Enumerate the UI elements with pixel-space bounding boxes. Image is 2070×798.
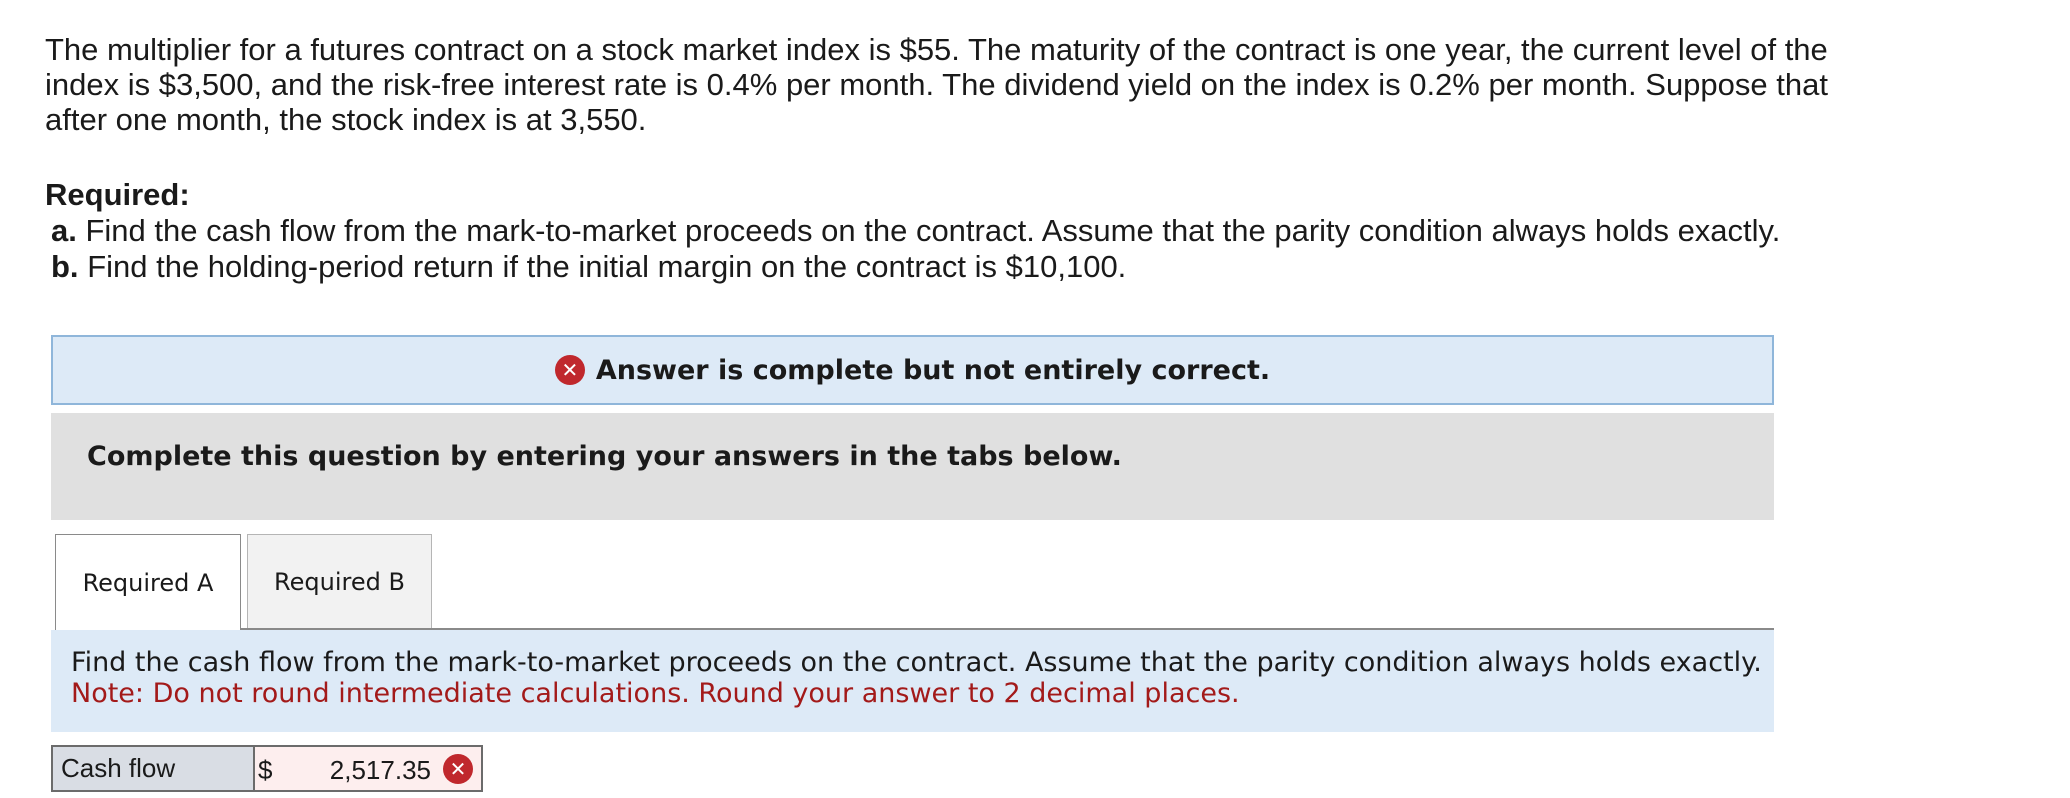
tab-content-instructions: Find the cash flow from the mark-to-mark… bbox=[51, 630, 1774, 732]
required-item-a: a. Find the cash flow from the mark-to-m… bbox=[45, 213, 1895, 249]
required-item-letter: b. bbox=[51, 249, 79, 284]
required-section: Required: a. Find the cash flow from the… bbox=[45, 177, 1895, 285]
required-item-b: b. Find the holding-period return if the… bbox=[45, 249, 1895, 285]
currency-symbol: $ bbox=[258, 755, 273, 785]
cash-flow-input[interactable]: $ 2,517.35 ✕ bbox=[255, 747, 481, 790]
cash-flow-label: Cash flow bbox=[53, 747, 255, 790]
answer-status-text: Answer is complete but not entirely corr… bbox=[595, 354, 1271, 386]
rounding-note: Note: Do not round intermediate calculat… bbox=[71, 678, 1240, 709]
required-heading: Required: bbox=[45, 177, 190, 212]
cash-flow-value[interactable]: 2,517.35 bbox=[330, 755, 431, 786]
answer-status-banner: ✕ Answer is complete but not entirely co… bbox=[51, 335, 1774, 405]
answer-table: Cash flow $ 2,517.35 ✕ bbox=[51, 745, 483, 792]
tab-required-b[interactable]: Required B bbox=[247, 534, 432, 629]
required-item-text: Find the holding-period return if the in… bbox=[87, 249, 1127, 284]
problem-statement: The multiplier for a futures contract on… bbox=[45, 32, 1828, 137]
required-item-text: Find the cash flow from the mark-to-mark… bbox=[85, 213, 1781, 248]
tab-prompt: Find the cash flow from the mark-to-mark… bbox=[71, 647, 1762, 678]
required-item-letter: a. bbox=[51, 213, 77, 248]
tab-bar: Required A Required B bbox=[55, 534, 1774, 630]
instructions-text: Complete this question by entering your … bbox=[87, 441, 1122, 472]
x-circle-icon: ✕ bbox=[443, 754, 473, 784]
tab-required-a[interactable]: Required A bbox=[55, 534, 241, 630]
instructions-box: Complete this question by entering your … bbox=[51, 413, 1774, 520]
x-circle-icon: ✕ bbox=[554, 355, 585, 385]
